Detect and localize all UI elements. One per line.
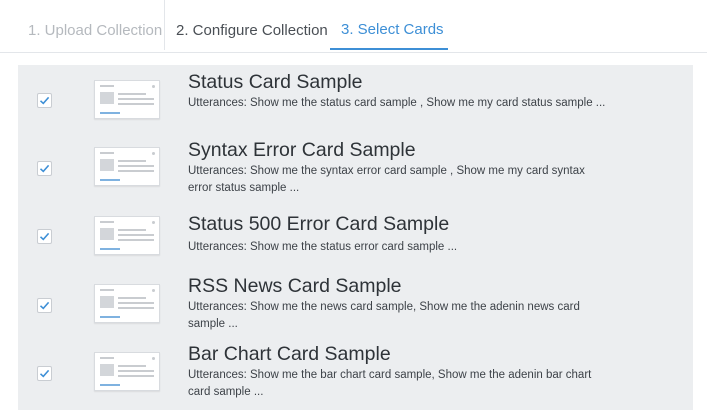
card-utterances: Utterances: Show me the bar chart card s… (188, 369, 592, 398)
tab-label: 3. Select Cards (341, 21, 444, 38)
card-title: Bar Chart Card Sample (188, 343, 391, 365)
tab-upload-collection[interactable]: 1. Upload Collection (0, 0, 165, 50)
card-row-rss-news[interactable]: RSS News Card Sample Utterances: Show me… (18, 269, 693, 337)
tab-select-cards[interactable]: 3. Select Cards (330, 0, 448, 50)
checkmark-icon (39, 96, 50, 105)
card-checkbox[interactable] (37, 229, 52, 244)
card-preview-icon (94, 352, 160, 391)
card-list: Status Card Sample Utterances: Show me t… (18, 65, 693, 410)
card-checkbox[interactable] (37, 161, 52, 176)
checkmark-icon (39, 369, 50, 378)
card-title: Status 500 Error Card Sample (188, 213, 450, 235)
card-utterances: Utterances: Show me the status error car… (188, 241, 458, 253)
card-checkbox[interactable] (37, 298, 52, 313)
card-row-status[interactable]: Status Card Sample Utterances: Show me t… (18, 65, 693, 133)
card-preview-icon (94, 284, 160, 323)
card-row-syntax-error[interactable]: Syntax Error Card Sample Utterances: Sho… (18, 133, 693, 201)
card-title: Syntax Error Card Sample (188, 139, 416, 161)
card-preview-icon (94, 147, 160, 186)
card-preview-icon (94, 80, 160, 119)
tab-label: 2. Configure Collection (176, 22, 328, 39)
card-utterances: Utterances: Show me the status card samp… (188, 97, 606, 109)
card-row-status-500[interactable]: Status 500 Error Card Sample Utterances:… (18, 201, 693, 269)
card-checkbox[interactable] (37, 93, 52, 108)
card-preview-icon (94, 216, 160, 255)
card-checkbox[interactable] (37, 366, 52, 381)
card-title: RSS News Card Sample (188, 275, 402, 297)
checkmark-icon (39, 301, 50, 310)
card-title: Status Card Sample (188, 71, 363, 93)
checkmark-icon (39, 232, 50, 241)
tab-configure-collection[interactable]: 2. Configure Collection (166, 0, 329, 52)
card-utterances: Utterances: Show me the news card sample… (188, 301, 580, 330)
wizard-tabs: 1. Upload Collection 2. Configure Collec… (0, 0, 707, 53)
card-row-bar-chart[interactable]: Bar Chart Card Sample Utterances: Show m… (18, 337, 693, 405)
tab-label: 1. Upload Collection (28, 22, 163, 39)
card-utterances: Utterances: Show me the syntax error car… (188, 165, 585, 194)
checkmark-icon (39, 164, 50, 173)
